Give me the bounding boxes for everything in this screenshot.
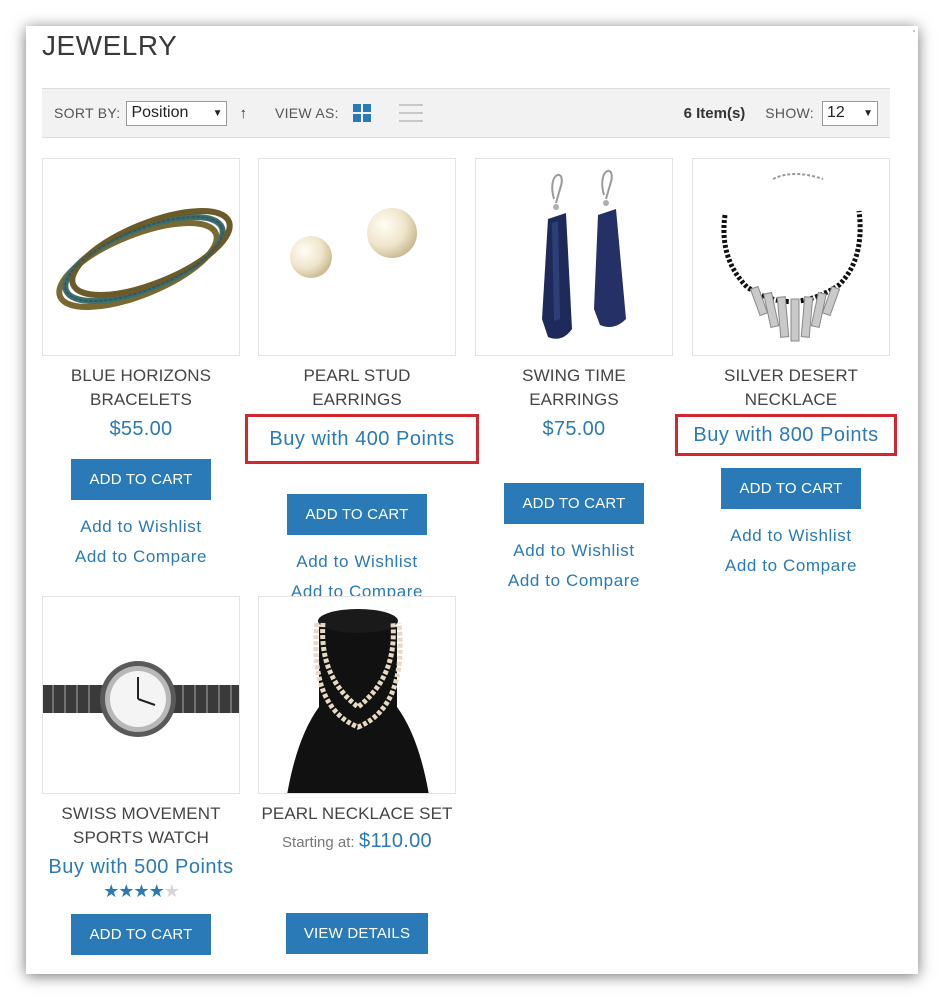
star-icon: ★ [148,881,165,901]
show-label: SHOW: [765,105,814,121]
view-details-button[interactable]: VIEW DETAILS [285,913,429,954]
sort-by-value: Position [131,104,189,121]
rating-stars: ★★★★★ [42,881,240,902]
show-select[interactable]: 12 ▼ [822,100,878,126]
product-price: $110.00 [359,830,432,852]
page-title: JEWELRY [42,30,178,61]
list-view-icon[interactable] [398,104,423,122]
product-image[interactable] [42,596,240,794]
buy-with-points[interactable]: Buy with 800 Points [693,424,878,447]
dropdown-arrow-icon: ▼ [212,107,223,119]
add-to-wishlist-link[interactable]: Add to Wishlist [258,547,456,577]
show-value: 12 [827,104,845,121]
view-as-label: VIEW AS: [274,105,339,121]
star-icon: ★ [118,881,134,901]
sort-by-select[interactable]: Position ▼ [126,100,228,126]
add-to-cart-button[interactable]: ADD TO CART [287,494,427,535]
add-to-cart-button[interactable]: ADD TO CART [504,483,644,524]
add-to-compare-link[interactable]: Add to Compare [692,551,890,581]
product-name[interactable]: PEARL STUD EARRINGS [258,364,456,412]
product-image[interactable] [475,158,673,356]
product-name[interactable]: SWISS MOVEMENT SPORTS WATCH [42,802,240,850]
add-to-wishlist-link[interactable]: Add to Wishlist [692,521,890,551]
buy-with-points[interactable]: Buy with 400 Points [269,428,454,451]
items-count: 6 Item(s) [683,104,746,122]
dropdown-arrow-icon: ▼ [863,107,873,119]
star-icon: ★ [103,881,119,901]
product-card: SWISS MOVEMENT SPORTS WATCH Buy with 500… [42,596,240,955]
star-empty-icon: ★ [163,881,180,901]
star-icon: ★ [133,881,149,901]
product-price: $75.00 [542,418,606,440]
product-name[interactable]: BLUE HORIZONS BRACELETS [42,364,240,412]
sort-by-label: SORT BY: [54,105,121,121]
product-card: BLUE HORIZONS BRACELETS $55.00 ADD TO CA… [42,158,240,572]
product-image[interactable] [258,158,456,356]
page-frame: JEWELRY SORT BY: Position ▼ ↑ VIEW AS: 6… [26,26,918,974]
sort-direction-icon[interactable]: ↑ [239,105,247,122]
product-image[interactable] [258,596,456,794]
product-card: SWING TIME EARRINGS $75.00 ADD TO CART A… [475,158,673,596]
product-card: PEARL STUD EARRINGS Buy with 400 Points … [245,158,479,607]
add-to-compare-link[interactable]: Add to Compare [475,566,673,596]
buy-with-points[interactable]: Buy with 500 Points [42,856,240,879]
product-image[interactable] [692,158,890,356]
add-to-cart-button[interactable]: ADD TO CART [71,914,211,955]
add-to-compare-link[interactable]: Add to Compare [42,542,240,572]
add-to-wishlist-link[interactable]: Add to Wishlist [475,536,673,566]
product-card: PEARL NECKLACE SET Starting at: $110.00 … [258,596,456,954]
points-highlight-box: Buy with 400 Points [245,414,479,464]
starting-at-label: Starting at: [282,834,355,851]
product-price: $55.00 [109,418,173,440]
points-highlight-box: Buy with 800 Points [675,414,897,456]
product-name[interactable]: SILVER DESERT NECKLACE [692,364,890,412]
product-name[interactable]: PEARL NECKLACE SET [258,802,456,826]
toolbar: SORT BY: Position ▼ ↑ VIEW AS: 6 Item(s)… [42,88,890,138]
add-to-cart-button[interactable]: ADD TO CART [71,459,211,500]
grid-view-icon[interactable] [352,104,371,122]
scroll-marker: ˈ [912,28,916,42]
add-to-wishlist-link[interactable]: Add to Wishlist [42,512,240,542]
product-name[interactable]: SWING TIME EARRINGS [475,364,673,412]
product-card: SILVER DESERT NECKLACE Buy with 800 Poin… [675,158,897,581]
product-image[interactable] [42,158,240,356]
add-to-cart-button[interactable]: ADD TO CART [721,468,861,509]
